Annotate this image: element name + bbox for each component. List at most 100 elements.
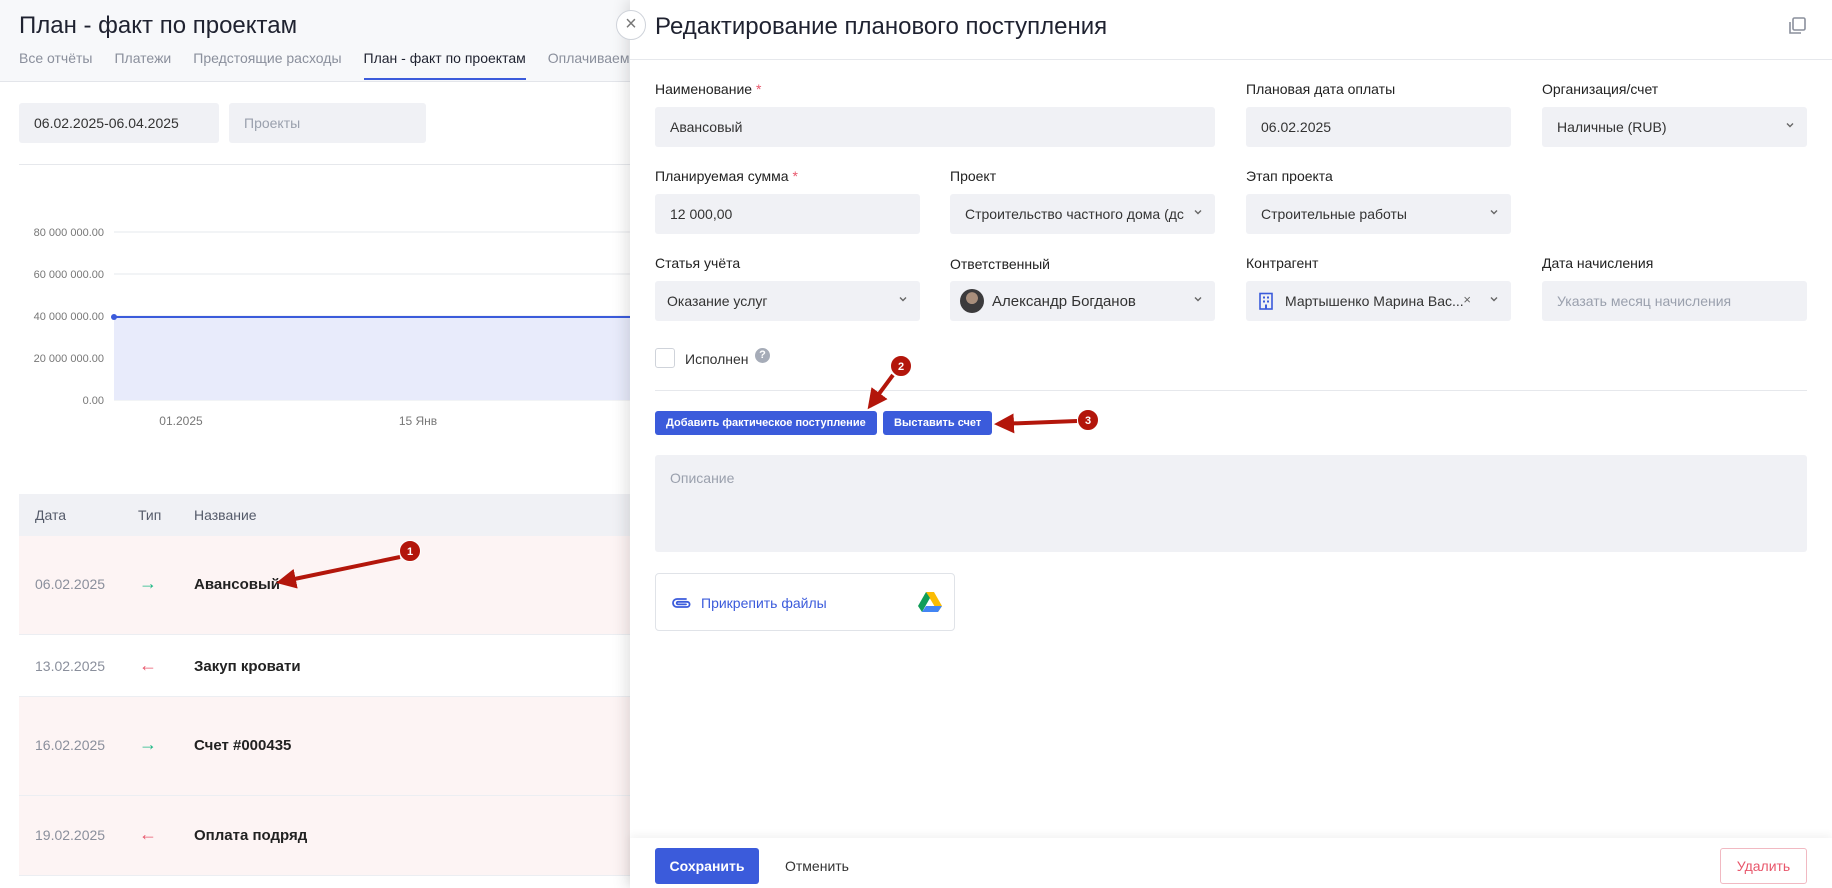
account-item-value: Оказание услуг: [667, 293, 768, 309]
chevron-down-icon: [1490, 210, 1498, 215]
chevron-down-icon: [1194, 297, 1202, 302]
y-tick-label: 40 000 000.00: [34, 311, 104, 323]
required-mark: *: [792, 168, 798, 184]
plan-area: [114, 317, 640, 400]
drawer-header: Редактирование планового поступления: [630, 0, 1832, 60]
plan-date-input[interactable]: 06.02.2025: [1246, 107, 1511, 147]
y-tick-label: 80 000 000.00: [34, 227, 104, 239]
tab-all-reports[interactable]: Все отчёты: [19, 50, 92, 80]
table-row[interactable]: 19.02.2025 ← Оплата подряд: [19, 796, 639, 876]
chevron-down-icon: [899, 297, 907, 302]
save-button[interactable]: Сохранить: [655, 848, 759, 884]
required-mark: *: [755, 81, 762, 97]
avatar: [960, 289, 984, 313]
project-stage-label: Этап проекта: [1246, 168, 1333, 184]
attach-files-label: Прикрепить файлы: [701, 595, 827, 611]
row-name[interactable]: Счет #000435: [194, 737, 291, 754]
divider: [19, 164, 639, 165]
plan-point: [111, 314, 117, 320]
row-date: 16.02.2025: [35, 737, 106, 753]
tab-payments[interactable]: Платежи: [114, 50, 171, 80]
project-select[interactable]: Строительство частного дома (дс: [950, 194, 1215, 234]
row-name[interactable]: Оплата подряд: [194, 827, 307, 844]
name-input[interactable]: Авансовый: [655, 107, 1215, 147]
done-label: Исполнен: [685, 351, 749, 367]
tab-upcoming-expenses[interactable]: Предстоящие расходы: [193, 50, 341, 80]
clear-icon[interactable]: ×: [1463, 292, 1471, 307]
done-checkbox[interactable]: [655, 348, 675, 368]
cancel-button[interactable]: Отменить: [785, 848, 849, 884]
edit-planned-income-drawer: Редактирование планового поступления Наи…: [630, 0, 1832, 888]
plan-sum-label-text: Планируемая сумма: [655, 168, 789, 184]
chart-svg: 80 000 000.00 60 000 000.00 40 000 000.0…: [34, 227, 640, 428]
project-value: Строительство частного дома (дс: [965, 206, 1184, 222]
counterparty-select[interactable]: Мартышенко Марина Вас... ×: [1246, 281, 1511, 321]
help-icon[interactable]: ?: [755, 348, 770, 363]
org-account-select[interactable]: Наличные (RUB): [1542, 107, 1807, 147]
google-drive-icon[interactable]: [918, 591, 942, 613]
name-label-text: Наименование: [655, 81, 753, 97]
copy-icon[interactable]: [1787, 16, 1807, 36]
account-item-select[interactable]: Оказание услуг: [655, 281, 920, 321]
counterparty-value: Мартышенко Марина Вас...: [1285, 293, 1464, 309]
project-label: Проект: [950, 168, 997, 184]
counterparty-label: Контрагент: [1246, 255, 1319, 271]
arrow-left-icon: ←: [139, 655, 157, 675]
column-header-date[interactable]: Дата: [35, 507, 66, 523]
arrow-right-icon: →: [139, 734, 157, 754]
accrual-date-input[interactable]: Указать месяц начисления: [1542, 281, 1807, 321]
building-icon: [1259, 292, 1273, 310]
delete-button[interactable]: Удалить: [1720, 848, 1807, 884]
tab-plan-fact[interactable]: План - факт по проектам: [363, 50, 526, 80]
table-row[interactable]: 06.02.2025 → Авансовый: [19, 536, 639, 635]
row-date: 06.02.2025: [35, 576, 106, 592]
report-header: План - факт по проектам Все отчёты Плате…: [0, 0, 640, 82]
y-tick-label: 20 000 000.00: [34, 353, 104, 365]
org-account-value: Наличные (RUB): [1557, 119, 1667, 135]
accrual-date-label: Дата начисления: [1542, 255, 1654, 271]
issue-invoice-button[interactable]: Выставить счет: [883, 411, 993, 435]
page-title: План - факт по проектам: [19, 12, 298, 39]
date-range-filter[interactable]: 06.02.2025-06.04.2025: [19, 103, 219, 143]
arrow-left-icon: ←: [139, 824, 157, 844]
add-actual-income-button[interactable]: Добавить фактическое поступление: [655, 411, 877, 435]
plan-sum-label: Планируемая сумма *: [655, 168, 798, 184]
drawer-footer: Сохранить Отменить Удалить: [630, 838, 1832, 888]
responsible-label: Ответственный: [950, 256, 1050, 272]
x-tick-label: 15 Янв: [399, 414, 437, 428]
chevron-down-icon: [1194, 210, 1202, 215]
chevron-down-icon: [1786, 123, 1794, 128]
account-item-label: Статья учёта: [655, 255, 741, 271]
org-account-label: Организация/счет: [1542, 81, 1659, 97]
y-tick-label: 0.00: [83, 395, 104, 407]
y-tick-label: 60 000 000.00: [34, 269, 104, 281]
chevron-down-icon: [1490, 297, 1498, 302]
column-header-name[interactable]: Название: [194, 507, 257, 523]
attach-files-button[interactable]: Прикрепить файлы: [655, 573, 955, 631]
name-label: Наименование *: [655, 81, 761, 97]
row-name[interactable]: Закуп кровати: [194, 658, 301, 675]
project-stage-value: Строительные работы: [1261, 206, 1407, 222]
responsible-value: Александр Богданов: [992, 293, 1136, 310]
table-header: Дата Тип Название: [19, 494, 639, 536]
report-tabs: Все отчёты Платежи Предстоящие расходы П…: [19, 50, 662, 80]
arrow-right-icon: →: [139, 573, 157, 593]
project-stage-select[interactable]: Строительные работы: [1246, 194, 1511, 234]
plan-date-label: Плановая дата оплаты: [1246, 81, 1396, 97]
row-date: 19.02.2025: [35, 827, 106, 843]
paperclip-icon: [672, 598, 691, 608]
close-drawer-button[interactable]: ×: [616, 10, 646, 40]
tab-paid[interactable]: Оплачиваемы: [548, 50, 640, 80]
responsible-select[interactable]: Александр Богданов: [950, 281, 1215, 321]
divider: [655, 390, 1807, 391]
row-name[interactable]: Авансовый: [194, 576, 280, 593]
projects-filter[interactable]: Проекты: [229, 103, 426, 143]
plan-sum-input[interactable]: 12 000,00: [655, 194, 920, 234]
row-date: 13.02.2025: [35, 658, 106, 674]
table-row[interactable]: 16.02.2025 → Счет #000435: [19, 697, 639, 796]
column-header-type[interactable]: Тип: [138, 507, 161, 523]
plan-fact-chart: 80 000 000.00 60 000 000.00 40 000 000.0…: [0, 215, 640, 435]
x-tick-label: 01.2025: [159, 414, 203, 428]
description-textarea[interactable]: Описание: [655, 455, 1807, 552]
table-row[interactable]: 13.02.2025 ← Закуп кровати: [19, 635, 639, 697]
